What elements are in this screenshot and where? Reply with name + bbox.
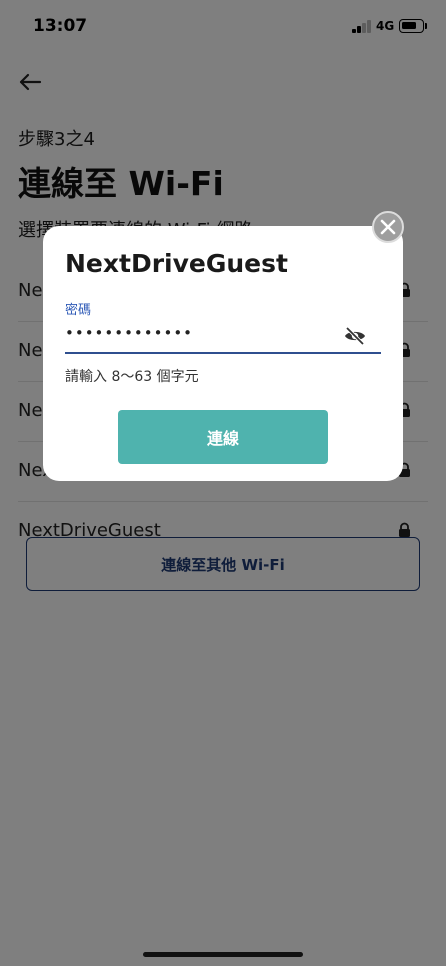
close-dialog-button[interactable] [372,211,404,243]
password-label: 密碼 [65,303,92,318]
home-indicator[interactable] [143,952,303,957]
input-underline [65,352,381,354]
eye-off-icon [345,326,365,346]
password-dialog: NextDriveGuest 密碼 ••••••••••••• 請輸入 8～63… [43,226,403,481]
show-password-toggle[interactable] [343,324,367,348]
close-icon [380,219,396,235]
password-input[interactable]: ••••••••••••• [65,324,193,342]
password-hint: 請輸入 8～63 個字元 [65,369,199,385]
connect-button[interactable]: 連線 [118,410,328,464]
modal-overlay[interactable] [0,0,446,966]
dialog-title: NextDriveGuest [65,249,288,278]
